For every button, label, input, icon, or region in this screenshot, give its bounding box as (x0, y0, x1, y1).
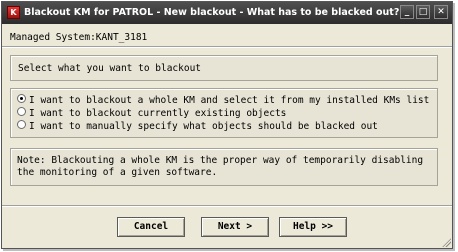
next-button[interactable]: Next > (201, 217, 269, 237)
option-existing-objects[interactable]: I want to blackout currently existing ob… (17, 107, 286, 119)
radio-whole-km[interactable] (17, 94, 26, 103)
option-label: I want to blackout currently existing ob… (29, 108, 287, 119)
app-icon: K (7, 6, 20, 19)
note-panel: Note: Blackouting a whole KM is the prop… (10, 148, 438, 186)
options-panel: I want to blackout a whole KM and select… (10, 88, 438, 138)
radio-existing-objects[interactable] (17, 107, 26, 116)
option-label: I want to blackout a whole KM and select… (29, 95, 430, 106)
managed-system-label: Managed System:KANT_3181 (10, 32, 148, 43)
blackout-dialog: K Blackout KM for PATROL - New blackout … (1, 1, 453, 249)
note-text: Note: Blackouting a whole KM is the prop… (17, 155, 424, 178)
close-button[interactable]: ✕ (434, 5, 448, 19)
resize-grip[interactable] (441, 237, 451, 247)
prompt-text: Select what you want to blackout (18, 63, 202, 74)
option-manual-objects[interactable]: I want to manually specify what objects … (17, 120, 378, 132)
minimize-button[interactable]: _ (400, 5, 414, 19)
prompt-panel: Select what you want to blackout (10, 55, 438, 81)
cancel-button[interactable]: Cancel (117, 217, 185, 237)
maximize-button[interactable]: □ (416, 5, 430, 19)
help-button[interactable]: Help >> (279, 217, 347, 237)
window-title: Blackout KM for PATROL - New blackout - … (24, 7, 400, 18)
option-label: I want to manually specify what objects … (29, 121, 378, 132)
radio-manual-objects[interactable] (17, 120, 26, 129)
footer-divider (2, 205, 452, 207)
header-divider (2, 46, 452, 48)
title-bar[interactable]: K Blackout KM for PATROL - New blackout … (2, 2, 452, 24)
option-whole-km[interactable]: I want to blackout a whole KM and select… (17, 94, 429, 106)
